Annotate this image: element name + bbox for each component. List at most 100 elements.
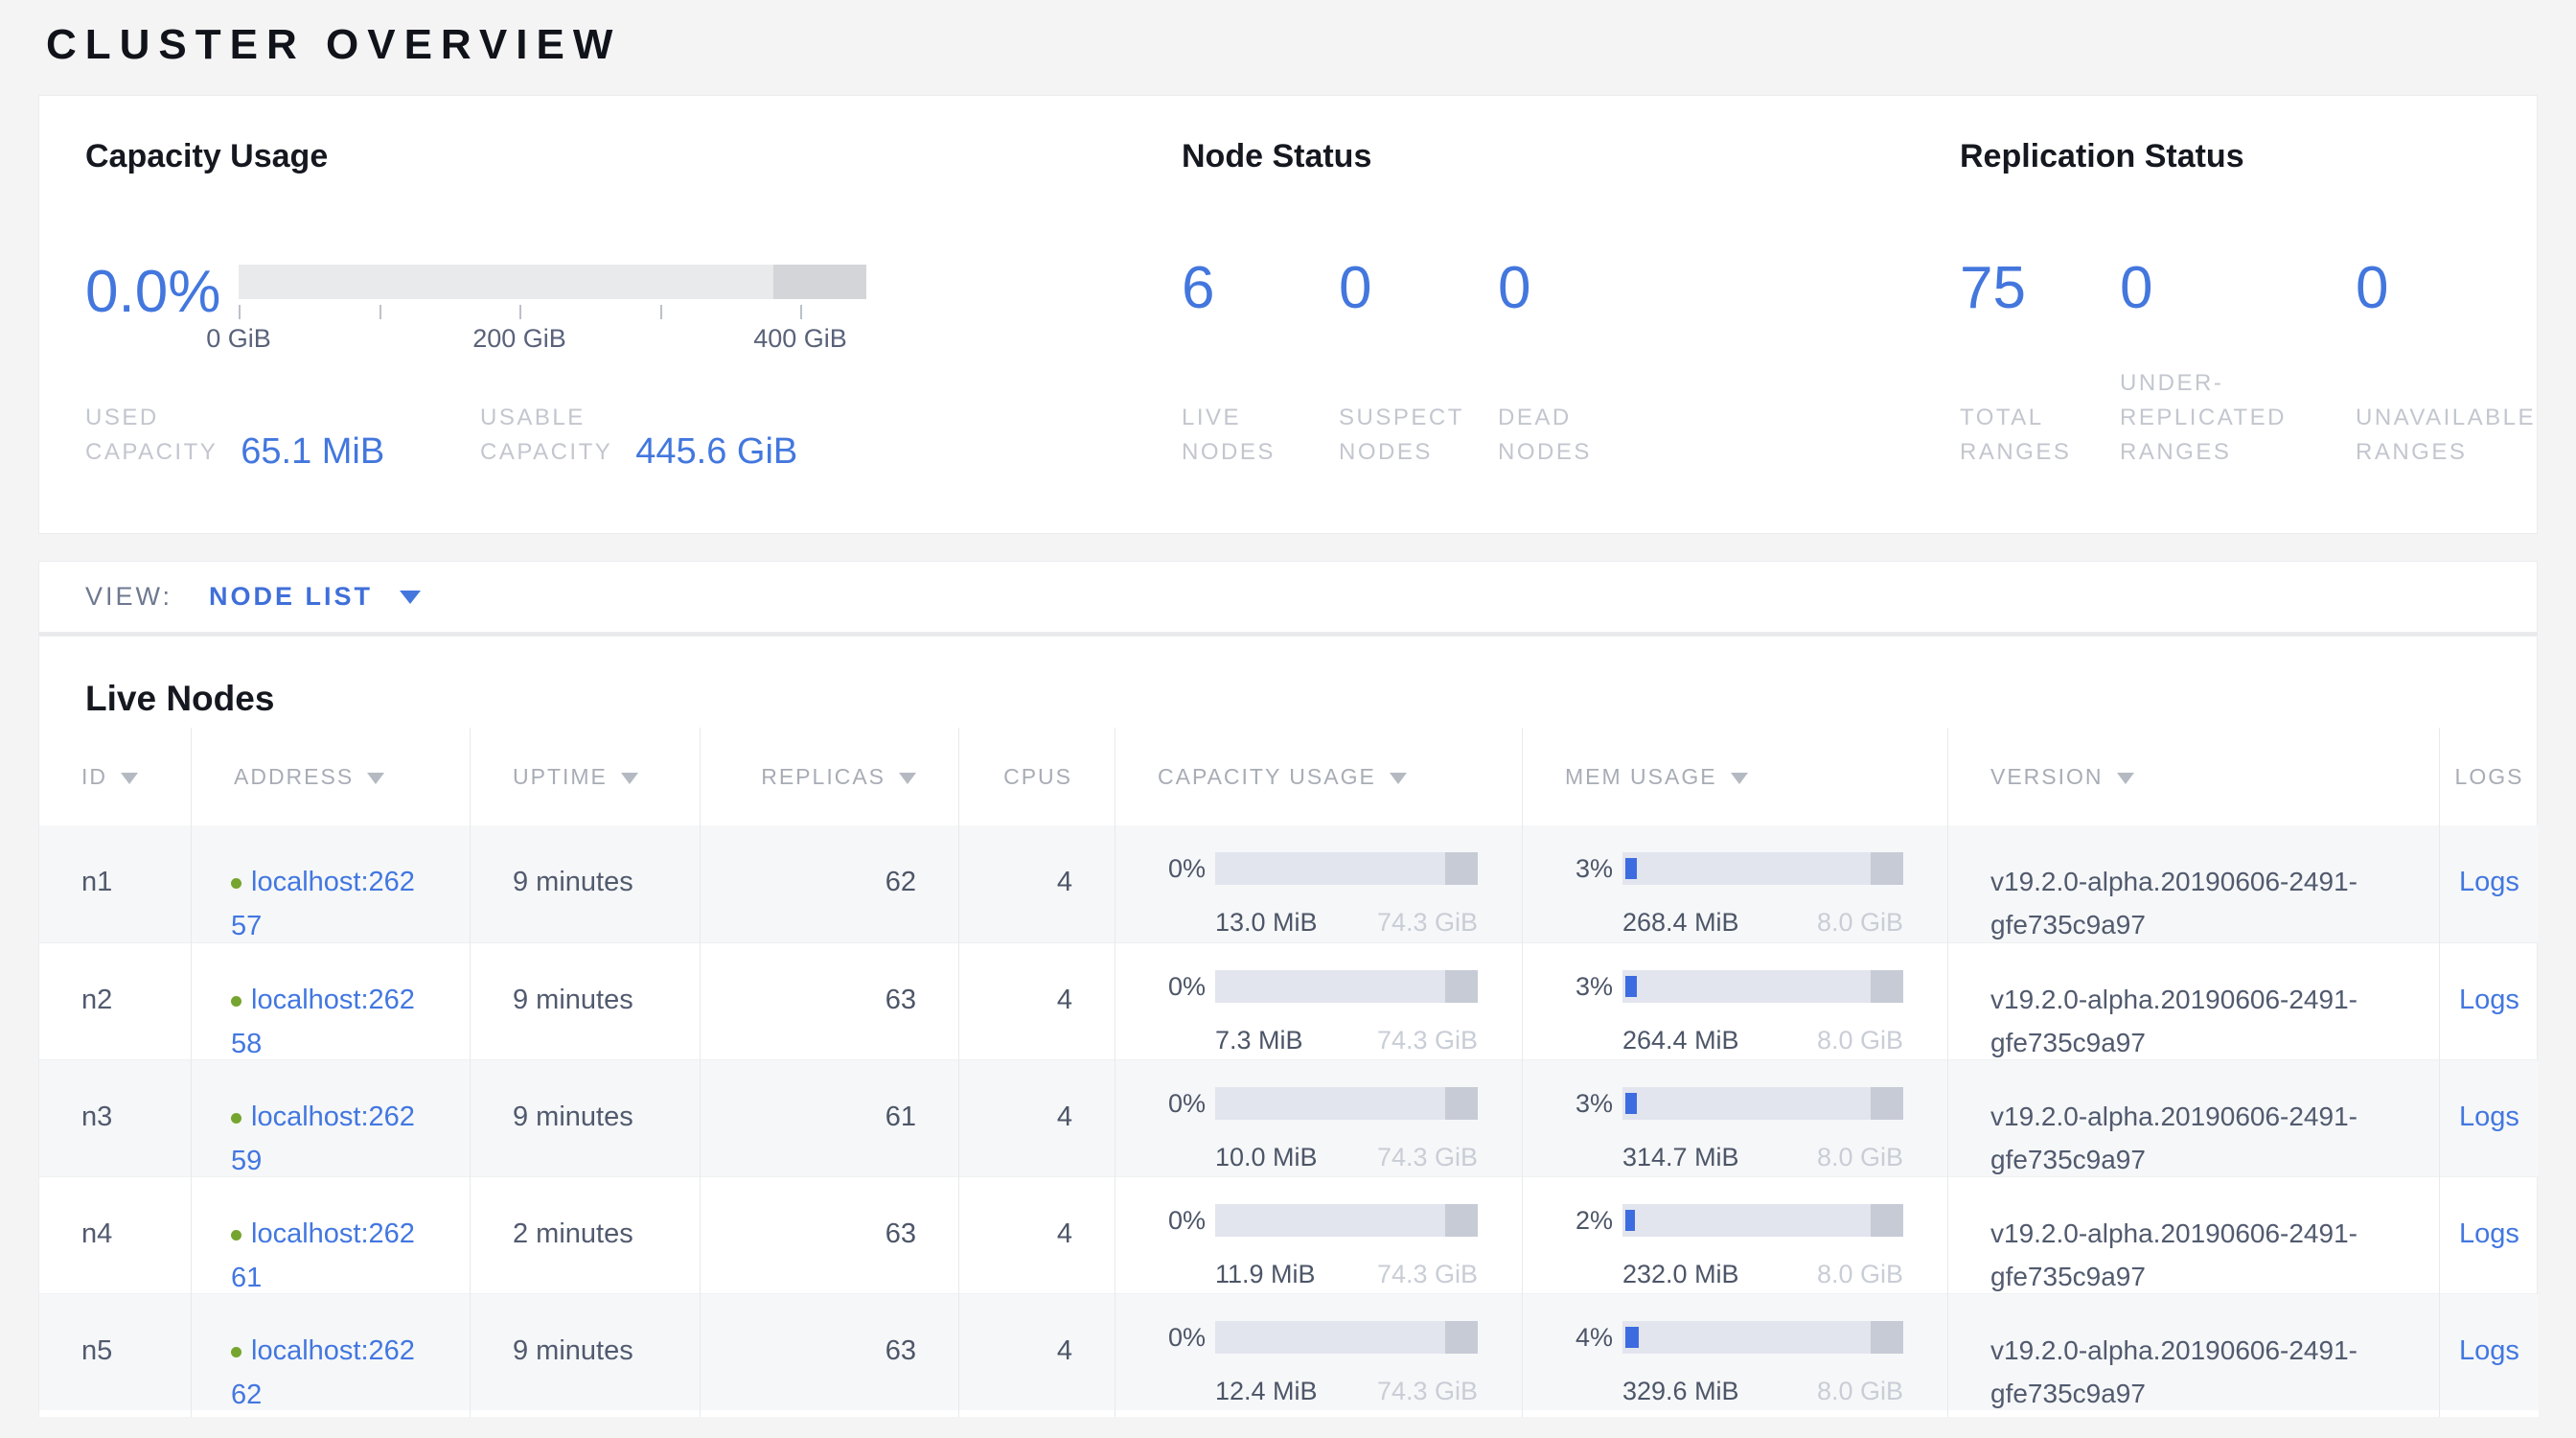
capacity-usage-total-value: 74.3 GiB [1377,1369,1478,1413]
node-logs-cell: Logs [2440,1177,2539,1300]
mem-usage-labels: 268.4 MiB 8.0 GiB [1622,900,1903,944]
capacity-bar-reserved-segment [773,265,866,299]
logs-link[interactable]: Logs [2459,985,2519,1015]
node-id-cell: n1 [39,825,192,948]
mem-usage-percent: 4% [1565,1315,1613,1359]
node-uptime-cell: 9 minutes [471,943,701,1066]
capacity-usage-labels: 13.0 MiB74.3 GiB [1215,900,1478,944]
capacity-usage-total-value: 74.3 GiB [1377,1252,1478,1296]
table-row: n1localhost:262579 minutes6240%13.0 MiB7… [39,825,2539,942]
column-header-label: LOGS [2455,764,2524,790]
chevron-down-icon [400,591,421,604]
capacity-stat-label: USEDCAPACITY [85,401,218,470]
node-address-cell: localhost:26257 [192,825,471,948]
node-replicas-cell: 62 [701,825,959,948]
node-address-wrap: localhost:26259 [231,1095,423,1183]
mem-usage-bar [1622,1204,1903,1237]
capacity-bar [239,265,866,299]
column-header-label: ID [81,764,107,790]
capacity-usage-percent: 0% [1158,1315,1206,1359]
mem-usage-labels: 264.4 MiB 8.0 GiB [1622,1018,1903,1062]
capacity-usage-section: Capacity Usage 0.0% 0 GiB200 GiB400 GiB … [85,96,1139,533]
mem-usage-bar-reserved-segment [1871,1204,1903,1237]
node-uptime-cell: 9 minutes [471,1060,701,1183]
capacity-usage-percent: 0% [1158,847,1206,891]
mem-usage-total-value: 8.0 GiB [1817,900,1903,944]
node-status-stat-label: LIVENODES [1182,401,1276,470]
capacity-usage-bar-reserved-segment [1445,852,1478,885]
capacity-usage-cell: 0%10.0 MiB74.3 GiB [1116,1060,1523,1183]
node-id-cell: n4 [39,1177,192,1300]
mem-usage-bar [1622,1321,1903,1354]
column-header-label: MEM USAGE [1565,764,1717,790]
capacity-usage-bar-row: 0% [1158,964,1478,1009]
node-uptime-cell: 9 minutes [471,825,701,948]
logs-link[interactable]: Logs [2459,867,2519,897]
sort-desc-icon [899,773,916,784]
mem-usage-percent: 3% [1565,964,1613,1009]
capacity-usage-total-value: 74.3 GiB [1377,1018,1478,1062]
node-address-link[interactable]: localhost:26257 [231,867,415,941]
capacity-axis-tick-label: 0 GiB [206,324,271,354]
partial-row-cell [192,1410,471,1417]
logs-link[interactable]: Logs [2459,1102,2519,1132]
partial-row-cell [1116,1410,1523,1417]
node-status-stat-label: DEADNODES [1498,401,1592,470]
node-version-cell: v19.2.0-alpha.20190606-2491-gfe735c9a97 [1948,943,2440,1066]
node-address-link[interactable]: localhost:26258 [231,985,415,1059]
column-header-memory[interactable]: MEM USAGE [1523,728,1948,825]
mem-usage-total-value: 8.0 GiB [1817,1135,1903,1179]
mem-usage-used-value: 264.4 MiB [1622,1018,1739,1062]
capacity-usage-bar-row: 0% [1158,1198,1478,1242]
node-address-cell: localhost:26261 [192,1177,471,1300]
capacity-axis-tick [660,305,662,319]
capacity-usage-bar-row: 0% [1158,1315,1478,1359]
column-header-capacity[interactable]: CAPACITY USAGE [1116,728,1523,825]
table-header-row: IDADDRESSUPTIMEREPLICASCPUSCAPACITY USAG… [39,728,2539,825]
mem-usage-cell: 2%232.0 MiB8.0 GiB [1523,1177,1948,1300]
replication-status-section: Replication Status 75TOTALRANGES0UNDER-R… [1960,96,2535,533]
column-header-uptime[interactable]: UPTIME [471,728,701,825]
view-label: VIEW: [85,582,172,612]
partial-row-cell [959,1410,1116,1417]
capacity-percent: 0.0% [85,259,220,326]
mem-usage-bar-used-segment [1625,976,1637,997]
mem-usage-percent: 2% [1565,1198,1613,1242]
sort-desc-icon [1390,773,1407,784]
column-header-version[interactable]: VERSION [1948,728,2440,825]
node-uptime-cell: 9 minutes [471,1294,701,1417]
column-header-logs: LOGS [2440,728,2539,825]
column-header-label: VERSION [1990,764,2104,790]
sort-desc-icon [1731,773,1748,784]
capacity-usage-labels: 7.3 MiB74.3 GiB [1215,1018,1478,1062]
sort-desc-icon [2117,773,2134,784]
view-dropdown[interactable]: NODE LIST [209,582,421,612]
mem-usage-bar [1622,1087,1903,1120]
node-address-link[interactable]: localhost:26259 [231,1102,415,1176]
sort-desc-icon [621,773,638,784]
mem-usage-used-value: 268.4 MiB [1622,900,1739,944]
node-address-link[interactable]: localhost:26262 [231,1335,415,1410]
mem-usage-bar-row: 3% [1565,847,1903,891]
capacity-usage-bar [1215,1321,1478,1354]
node-address-link[interactable]: localhost:26261 [231,1218,415,1293]
column-header-id[interactable]: ID [39,728,192,825]
capacity-usage-cell: 0%13.0 MiB74.3 GiB [1116,825,1523,948]
capacity-usage-bar-reserved-segment [1445,1321,1478,1354]
replication-stat-label: UNDER-REPLICATEDRANGES [2120,366,2287,470]
capacity-usage-bar [1215,852,1478,885]
capacity-usage-cell: 0%12.4 MiB74.3 GiB [1116,1294,1523,1417]
mem-usage-cell: 3% 268.4 MiB 8.0 GiB [1523,825,1948,948]
column-header-address[interactable]: ADDRESS [192,728,471,825]
partial-row-cell [1523,1410,1948,1417]
logs-link[interactable]: Logs [2459,1335,2519,1366]
node-version-text: v19.2.0-alpha.20190606-2491-gfe735c9a97 [1990,860,2364,946]
view-selector-bar: VIEW: NODE LIST [38,561,2538,633]
capacity-usage-used-value: 13.0 MiB [1215,900,1318,944]
mem-usage-total-value: 8.0 GiB [1817,1018,1903,1062]
column-header-replicas[interactable]: REPLICAS [701,728,959,825]
live-status-dot-icon [231,996,242,1007]
capacity-usage-bar-row: 0% [1158,1081,1478,1125]
node-logs-cell: Logs [2440,1060,2539,1183]
logs-link[interactable]: Logs [2459,1218,2519,1249]
